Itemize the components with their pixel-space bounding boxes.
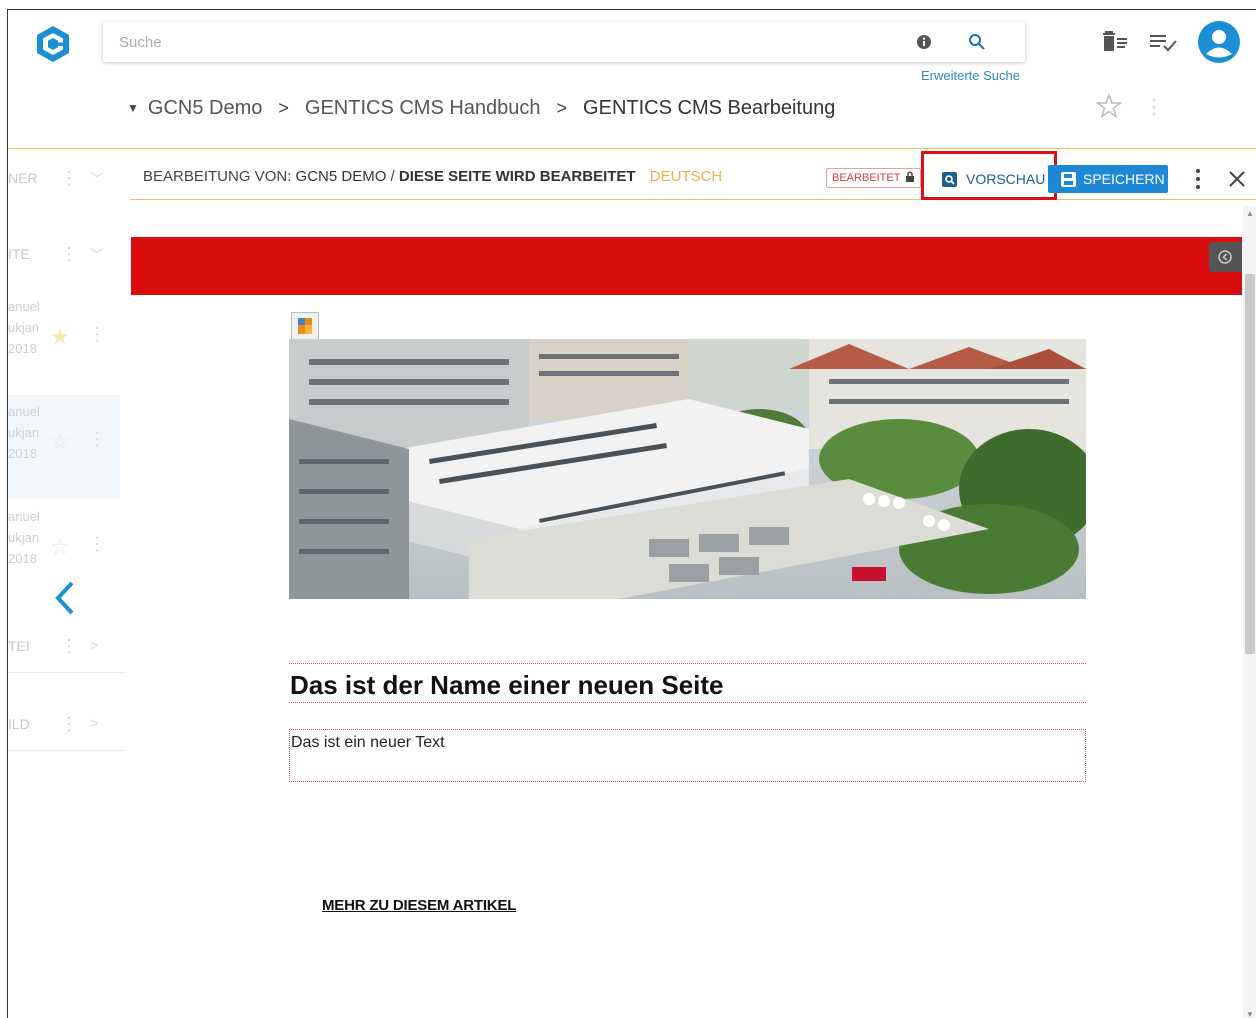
scroll-up-icon[interactable]: ▲: [1246, 209, 1254, 218]
chevron-right-icon: >: [278, 97, 289, 118]
star-icon[interactable]: ☆: [50, 536, 70, 558]
breadcrumb-item-node[interactable]: GCN5 Demo: [148, 97, 262, 120]
save-button[interactable]: SPEICHERN: [1048, 165, 1168, 193]
info-icon[interactable]: [916, 34, 932, 50]
divider: [8, 672, 126, 673]
hero-image[interactable]: [289, 339, 1086, 599]
chevron-down-icon[interactable]: ﹀: [90, 169, 104, 189]
advanced-search-link[interactable]: Erweiterte Suche: [921, 68, 1020, 83]
search-input[interactable]: [119, 32, 879, 52]
image-edit-icon[interactable]: [291, 312, 319, 340]
more-vert-icon[interactable]: ⋮: [88, 534, 106, 555]
sidebar-section-label: NER: [8, 170, 38, 186]
divider: [8, 750, 126, 751]
page-title[interactable]: Das ist der Name einer neuen Seite: [290, 670, 724, 701]
chevron-left-icon[interactable]: [52, 580, 76, 616]
scroll-thumb[interactable]: [1245, 274, 1255, 654]
list-item-meta: anuel ukjan 2018: [8, 404, 40, 461]
page-text[interactable]: Das ist ein neuer Text: [291, 734, 445, 752]
chevron-right-icon[interactable]: >: [90, 715, 98, 731]
list-item[interactable]: anuel ukjan 2018 ☆ ⋮: [8, 395, 120, 499]
page-editor-content: Das ist der Name einer neuen Seite Das i…: [131, 201, 1242, 1018]
more-vert-icon[interactable]: [1148, 95, 1160, 119]
star-icon[interactable]: ☆: [50, 431, 70, 453]
search-bar: [103, 22, 1025, 62]
more-vert-icon[interactable]: ⋮: [60, 168, 78, 189]
caret-down-icon[interactable]: ▼: [127, 101, 139, 115]
close-icon[interactable]: [1228, 170, 1246, 188]
sidebar-section-label: TEI: [8, 638, 30, 654]
heading-editable[interactable]: Das ist der Name einer neuen Seite: [289, 663, 1086, 703]
breadcrumb-item-current[interactable]: GENTICS CMS Bearbeitung: [583, 97, 835, 120]
search-icon[interactable]: [968, 33, 986, 51]
list-item-meta: anuel ukjan 2018: [8, 509, 40, 566]
chevron-right-icon[interactable]: >: [90, 637, 98, 653]
star-icon[interactable]: [1096, 93, 1122, 119]
sidebar-toggle[interactable]: [1209, 242, 1242, 272]
page-header-band: [131, 237, 1242, 295]
text-editable[interactable]: Das ist ein neuer Text: [289, 729, 1086, 782]
list-item[interactable]: anuel ukjan 2018 ★ ⋮: [8, 290, 120, 394]
sidebar-section-label: ILD: [8, 716, 30, 732]
breadcrumb: ▼ GCN5 Demo > GENTICS CMS Handbuch > GEN…: [127, 93, 835, 123]
editor-title: BEARBEITUNG VON: GCN5 DEMO / DIESE SEITE…: [143, 168, 723, 185]
language-label[interactable]: DEUTSCH: [650, 168, 723, 185]
more-article-link[interactable]: MEHR ZU DIESEM ARTIKEL: [322, 897, 516, 914]
user-avatar-icon[interactable]: [1198, 21, 1240, 63]
star-icon[interactable]: ★: [50, 326, 70, 348]
gentics-logo-icon[interactable]: [33, 24, 73, 64]
breadcrumb-item-folder[interactable]: GENTICS CMS Handbuch: [305, 97, 541, 120]
list-item-meta: anuel ukjan 2018: [8, 299, 40, 356]
preview-highlight-box: [921, 151, 1057, 200]
more-vert-icon[interactable]: ⋮: [60, 244, 78, 265]
status-badge: BEARBEITET: [826, 168, 922, 188]
more-vert-icon[interactable]: [1193, 167, 1203, 191]
more-vert-icon[interactable]: ⋮: [60, 714, 78, 735]
lock-icon: [906, 171, 915, 182]
save-icon: [1061, 171, 1076, 187]
more-vert-icon[interactable]: ⋮: [88, 429, 106, 450]
app-window: Erweiterte Suche ▼ GCN5 Demo > GENTIC: [7, 9, 1256, 1018]
chevron-down-icon[interactable]: ﹀: [90, 245, 104, 265]
chevron-right-icon: >: [556, 97, 568, 118]
scroll-down-icon[interactable]: ▼: [1246, 1010, 1254, 1018]
chevron-left-circle-icon: [1218, 250, 1232, 264]
editor-toolbar: BEARBEITUNG VON: GCN5 DEMO / DIESE SEITE…: [130, 151, 1256, 200]
trash-icon[interactable]: [1102, 30, 1128, 52]
content-scrollbar[interactable]: ▲ ▼: [1243, 206, 1256, 1018]
app-header: Erweiterte Suche ▼ GCN5 Demo > GENTIC: [8, 10, 1256, 149]
more-vert-icon[interactable]: ⋮: [60, 636, 78, 657]
sidebar-section-label: ITE: [8, 246, 30, 262]
save-button-label: SPEICHERN: [1083, 171, 1165, 187]
tasks-icon[interactable]: [1149, 32, 1177, 54]
more-vert-icon[interactable]: ⋮: [88, 324, 106, 345]
